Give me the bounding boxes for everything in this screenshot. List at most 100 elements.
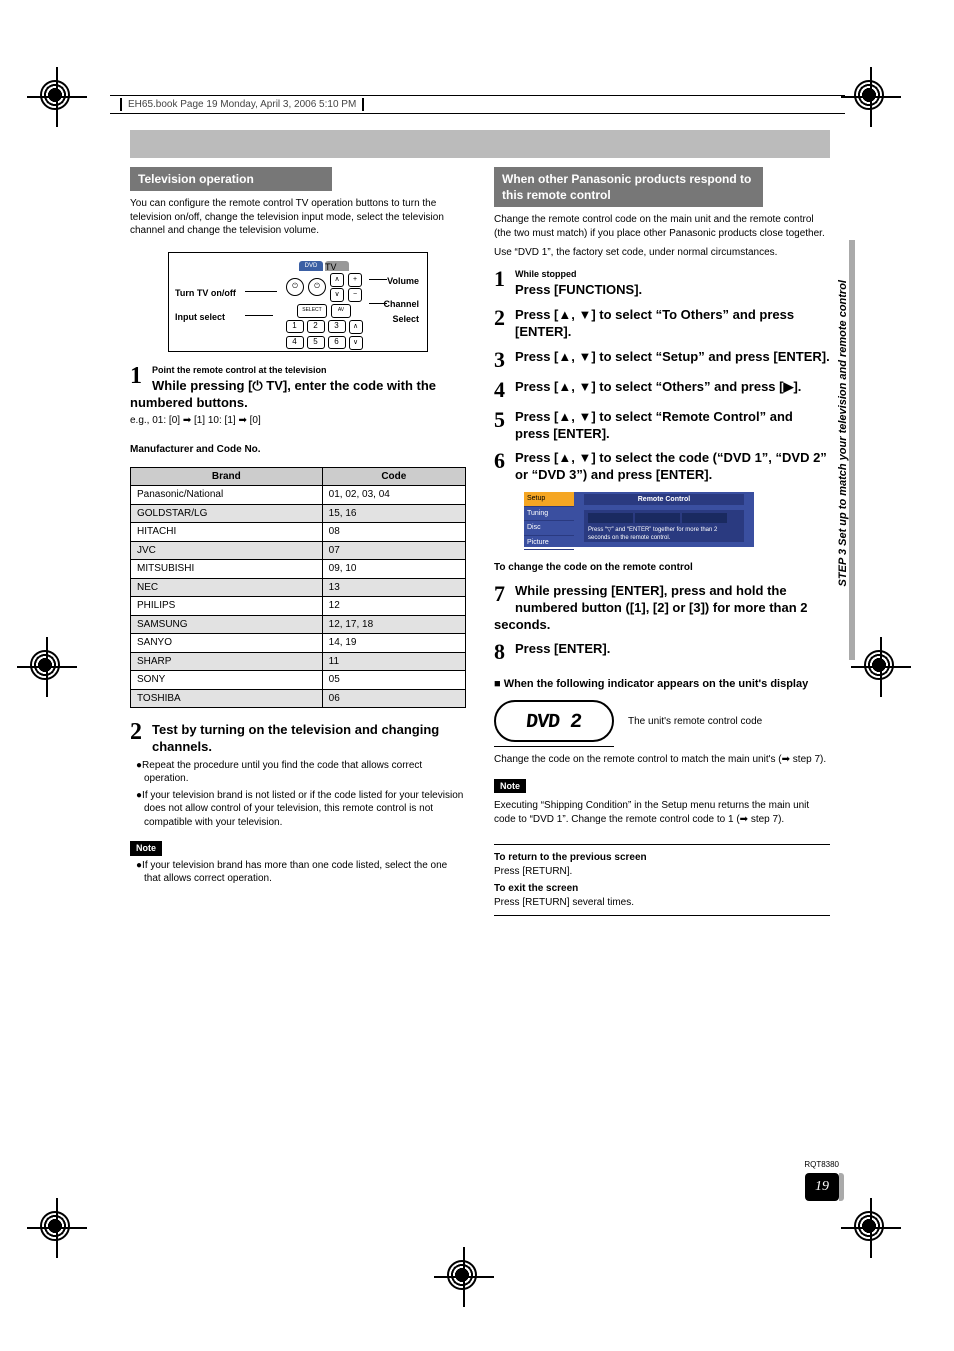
step1-title: While pressing [⏻ TV], enter the code wi… — [130, 378, 466, 412]
cell-code: 06 — [322, 689, 465, 708]
left-step-2: 2 Test by turning on the television and … — [130, 720, 466, 829]
cell-brand: GOLDSTAR/LG — [131, 504, 323, 523]
note-tag: Note — [130, 841, 162, 855]
leader-line — [245, 291, 277, 292]
num-5-icon: 5 — [307, 336, 325, 349]
after-lcd-text: Change the code on the remote control to… — [494, 753, 830, 767]
menu-disc: Disc — [524, 521, 574, 535]
ch-down2-icon: ∨ — [349, 336, 363, 350]
av-icon: AV — [331, 304, 351, 318]
return-body: Press [RETURN]. — [494, 865, 830, 879]
left-step-1: 1 Point the remote control at the televi… — [130, 364, 466, 427]
right-step-2: 2 Press [▲, ▼] to select “To Others” and … — [494, 307, 830, 341]
side-step-label: STEP 3 Set up to match your television a… — [837, 280, 849, 586]
page-number-badge: 19 — [805, 1173, 839, 1201]
step-number: 3 — [494, 349, 505, 371]
step2-title: Test by turning on the television and ch… — [130, 722, 466, 756]
right-step-4: 4 Press [▲, ▼] to select “Others” and pre… — [494, 379, 830, 401]
document-code: RQT8380 — [804, 1160, 839, 1169]
remote-illustration: DVDTV ⏻ ⏻ ∧∨ +− SELECT AV 123∧ 456∨ — [279, 261, 369, 347]
lcd-text: DVD 2 — [525, 709, 583, 736]
cell-code: 09, 10 — [322, 560, 465, 579]
indicator-head: When the following indicator appears on … — [494, 677, 830, 692]
change-code-head: To change the code on the remote control — [494, 561, 830, 575]
right-column: When other Panasonic products respond to… — [494, 155, 830, 916]
step2-bullet-1: ●Repeat the procedure until you find the… — [130, 759, 466, 786]
num-2-icon: 2 — [307, 320, 325, 333]
return-head: To return to the previous screen — [494, 851, 830, 865]
menu-instruction-text: Press “▽” and “ENTER” together for more … — [588, 527, 740, 543]
cell-code: 01, 02, 03, 04 — [322, 486, 465, 505]
left-column: Television operation You can configure t… — [130, 155, 466, 916]
right-step-1: 1While stoppedPress [FUNCTIONS]. — [494, 268, 830, 299]
th-brand: Brand — [131, 467, 323, 486]
remote-diagram: Turn TV on/off Input select Volume Chann… — [168, 252, 428, 352]
cell-brand: JVC — [131, 541, 323, 560]
ch-up-icon: ∧ — [330, 273, 344, 287]
right-intro-1: Change the remote control code on the ma… — [494, 213, 830, 240]
diagram-label-input-select: Input select — [175, 311, 225, 323]
cell-code: 12, 17, 18 — [322, 615, 465, 634]
power-tv-icon: ⏻ — [308, 278, 326, 296]
book-header: EH65.book Page 19 Monday, April 3, 2006 … — [110, 95, 845, 114]
av-select-icon: SELECT — [297, 304, 327, 318]
step-number: 1 — [130, 364, 142, 388]
cell-code: 11 — [322, 652, 465, 671]
lcd-leader-line — [494, 746, 614, 747]
cell-brand: Panasonic/National — [131, 486, 323, 505]
num-4-icon: 4 — [286, 336, 304, 349]
cell-brand: SAMSUNG — [131, 615, 323, 634]
right-step-8: 8Press [ENTER]. — [494, 641, 830, 663]
left-note-text: ●If your television brand has more than … — [130, 859, 466, 886]
cell-brand: SONY — [131, 671, 323, 690]
step-number: 7 — [494, 583, 505, 605]
rs1-sub: While stopped — [494, 268, 830, 280]
exit-head: To exit the screen — [494, 882, 830, 896]
step1-sub: Point the remote control at the televisi… — [130, 364, 466, 376]
cell-brand: HITACHI — [131, 523, 323, 542]
power-dvd-icon: ⏻ — [286, 278, 304, 296]
step-number: 2 — [130, 720, 142, 744]
rs7-text: While pressing [ENTER], press and hold t… — [494, 583, 808, 632]
step-number: 8 — [494, 641, 505, 663]
footer-box: To return to the previous screen Press [… — [494, 844, 830, 916]
menu-picture: Picture — [524, 536, 574, 550]
ch-up2-icon: ∧ — [349, 320, 363, 334]
rs4-text: Press [▲, ▼] to select “Others” and pres… — [515, 379, 801, 394]
cell-brand: NEC — [131, 578, 323, 597]
cell-brand: SANYO — [131, 634, 323, 653]
step-number: 6 — [494, 450, 505, 472]
menu-tuning: Tuning — [524, 507, 574, 521]
cell-brand: SHARP — [131, 652, 323, 671]
leader-line — [369, 279, 387, 280]
crop-mark — [40, 1211, 100, 1271]
right-section-title: When other Panasonic products respond to… — [494, 167, 763, 207]
right-step-3: 3 Press [▲, ▼] to select “Setup” and pres… — [494, 349, 830, 371]
step-number: 4 — [494, 379, 505, 401]
tab-tv-icon: TV — [325, 261, 349, 271]
cell-code: 14, 19 — [322, 634, 465, 653]
step2-bullet-2: ●If your television brand is not listed … — [130, 789, 466, 830]
rs3-text: Press [▲, ▼] to select “Setup” and press… — [515, 349, 830, 364]
setup-menu-screenshot: Setup Tuning Disc Picture Remote Control… — [524, 492, 754, 547]
rs6-text: Press [▲, ▼] to select the code (“DVD 1”… — [515, 450, 827, 482]
rs5-text: Press [▲, ▼] to select “Remote Control” … — [515, 409, 793, 441]
crop-mark — [854, 1211, 914, 1271]
crop-mark — [40, 80, 100, 140]
right-note-text: Executing “Shipping Condition” in the Se… — [494, 799, 830, 826]
cell-code: 05 — [322, 671, 465, 690]
menu-banner: Remote Control — [584, 494, 744, 505]
step-number: 2 — [494, 307, 505, 329]
num-3-icon: 3 — [328, 320, 346, 333]
th-code: Code — [322, 467, 465, 486]
menu-setup: Setup — [524, 492, 574, 506]
tab-dvd-icon: DVD — [299, 261, 323, 271]
cell-code: 07 — [322, 541, 465, 560]
diagram-label-select: Select — [392, 313, 419, 325]
table-caption: Manufacturer and Code No. — [130, 443, 466, 457]
rs2-text: Press [▲, ▼] to select “To Others” and p… — [515, 307, 794, 339]
cell-brand: PHILIPS — [131, 597, 323, 616]
cell-code: 12 — [322, 597, 465, 616]
leader-line — [369, 303, 387, 304]
cell-code: 08 — [322, 523, 465, 542]
